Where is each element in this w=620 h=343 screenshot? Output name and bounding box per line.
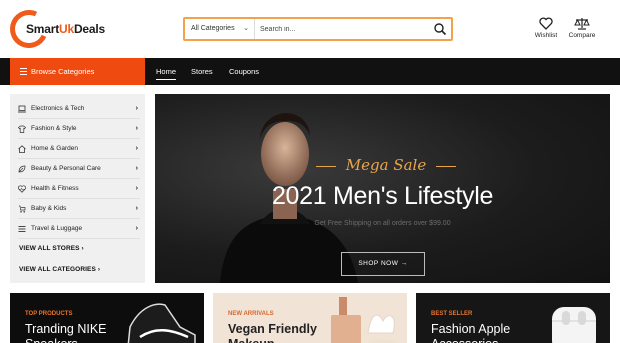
scale-icon <box>574 18 590 30</box>
search-bar: All Categories ⌄ <box>183 17 453 41</box>
search-input[interactable] <box>257 19 427 39</box>
list-icon <box>18 226 26 232</box>
chevron-right-icon: › <box>135 125 138 132</box>
sidebar-item-home-garden[interactable]: Home & Garden › <box>18 139 140 159</box>
nav-link-stores[interactable]: Stores <box>191 58 213 85</box>
heart-pulse-icon <box>18 185 26 193</box>
leaf-icon <box>18 165 26 173</box>
nav-link-coupons[interactable]: Coupons <box>229 58 259 85</box>
shirt-icon <box>18 125 26 133</box>
hero-subtitle: Get Free Shipping on all orders over $99… <box>314 220 451 227</box>
view-all-categories-link[interactable]: VIEW ALL CATEGORIES › <box>19 266 100 273</box>
logo-text: SmartUkDeals <box>26 22 105 36</box>
heart-icon <box>539 17 553 30</box>
promo-tag: NEW ARRIVALS <box>228 311 274 317</box>
menu-icon <box>20 68 27 75</box>
sidebar-item-health[interactable]: Health & Fitness › <box>18 179 140 199</box>
chevron-right-icon: › <box>81 245 84 252</box>
category-sidebar: Electronics & Tech › Fashion & Style › H… <box>10 94 145 283</box>
chevron-right-icon: › <box>135 165 138 172</box>
compare-label: Compare <box>568 32 596 39</box>
hero-kicker: Mega Sale <box>316 156 456 174</box>
sidebar-item-baby-kids[interactable]: Baby & Kids › <box>18 199 140 219</box>
chevron-right-icon: › <box>135 145 138 152</box>
search-icon[interactable] <box>433 22 447 36</box>
wishlist-label: Wishlist <box>534 32 558 39</box>
chevron-right-icon: › <box>135 205 138 212</box>
promo-card-sneakers[interactable]: TOP PRODUCTS Tranding NIKE Sneakers <box>10 293 204 343</box>
promo-tag: BEST SELLER <box>431 311 473 317</box>
hero-banner: Mega Sale 2021 Men's Lifestyle Get Free … <box>155 94 610 283</box>
sidebar-item-electronics[interactable]: Electronics & Tech › <box>18 99 140 119</box>
hero-title: 2021 Men's Lifestyle <box>271 182 494 210</box>
chevron-right-icon: › <box>135 105 138 112</box>
sidebar-item-fashion[interactable]: Fashion & Style › <box>18 119 140 139</box>
sidebar-item-beauty[interactable]: Beauty & Personal Care › <box>18 159 140 179</box>
compare-button[interactable]: Compare <box>562 17 602 43</box>
browse-categories-label: Browse Categories <box>31 67 95 76</box>
chevron-right-icon: › <box>135 185 138 192</box>
view-all-stores-link[interactable]: VIEW ALL STORES › <box>19 245 84 252</box>
promo-tag: TOP PRODUCTS <box>25 311 73 317</box>
airpods-case-image <box>552 307 596 343</box>
promo-card-apple[interactable]: BEST SELLER Fashion Apple Accessories <box>416 293 610 343</box>
nav-link-home[interactable]: Home <box>156 58 177 85</box>
promo-card-makeup[interactable]: NEW ARRIVALS Vegan Friendly Makeup <box>213 293 407 343</box>
main-navbar: Browse Categories Home Stores Coupons <box>0 58 620 85</box>
browse-categories-button[interactable]: Browse Categories <box>10 58 145 85</box>
site-header: SmartUkDeals All Categories ⌄ Wishlist C… <box>0 0 620 58</box>
home-icon <box>18 145 26 153</box>
chevron-right-icon: › <box>97 266 101 273</box>
wishlist-button[interactable]: Wishlist <box>526 17 566 43</box>
stroller-icon <box>19 205 26 213</box>
laptop-icon <box>18 105 26 113</box>
chevron-down-icon: ⌄ <box>243 25 249 32</box>
search-category-select[interactable]: All Categories ⌄ <box>185 19 255 39</box>
arrow-right-icon: → <box>400 260 408 267</box>
site-logo[interactable]: SmartUkDeals <box>4 4 110 54</box>
sidebar-item-travel[interactable]: Travel & Luggage › <box>18 219 140 239</box>
chevron-right-icon: › <box>135 225 138 232</box>
promo-title: Vegan Friendly Makeup <box>228 322 317 343</box>
promo-title: Tranding NIKE Sneakers <box>25 322 107 343</box>
shop-now-button[interactable]: SHOP NOW → <box>341 252 425 276</box>
promo-title: Fashion Apple Accessories <box>431 322 511 343</box>
